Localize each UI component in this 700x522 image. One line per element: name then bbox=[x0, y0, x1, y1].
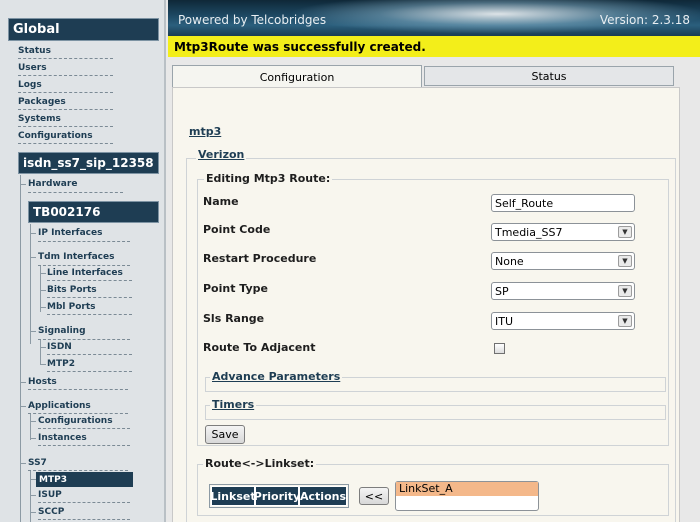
sidebar-item-configurations[interactable]: Configurations bbox=[18, 131, 93, 141]
sidebar-item-line-interfaces[interactable]: Line Interfaces bbox=[47, 268, 123, 278]
point-type-label: Point Type bbox=[203, 282, 269, 295]
chevron-down-icon: ▼ bbox=[618, 255, 632, 267]
restart-procedure-value: None bbox=[495, 254, 524, 268]
sidebar-item-app-configurations[interactable]: Configurations bbox=[38, 416, 113, 426]
sidebar-item-ip-interfaces[interactable]: IP Interfaces bbox=[38, 228, 102, 238]
linkset-col-priority: Priority bbox=[254, 486, 300, 506]
sidebar: Global Status Users Logs Packages System… bbox=[0, 0, 166, 522]
list-item[interactable]: LinkSet_A bbox=[396, 482, 538, 496]
sidebar-item-status[interactable]: Status bbox=[18, 46, 51, 56]
sidebar-item-mbl-ports[interactable]: Mbl Ports bbox=[47, 302, 96, 312]
sidebar-item-logs[interactable]: Logs bbox=[18, 80, 42, 90]
linkset-col-linkset: Linkset bbox=[210, 486, 256, 506]
sidebar-item-hosts[interactable]: Hosts bbox=[28, 377, 57, 387]
sidebar-item-signaling[interactable]: Signaling bbox=[38, 326, 86, 336]
route-to-adjacent-label: Route To Adjacent bbox=[203, 341, 316, 354]
sidebar-item-isdn[interactable]: ISDN bbox=[47, 342, 72, 352]
timers-link[interactable]: Timers bbox=[210, 398, 257, 411]
sidebar-item-tdm-interfaces[interactable]: Tdm Interfaces bbox=[38, 252, 114, 262]
point-code-select[interactable]: Tmedia_SS7 ▼ bbox=[491, 223, 635, 241]
sidebar-item-instances[interactable]: Instances bbox=[38, 433, 87, 443]
chevron-down-icon: ▼ bbox=[618, 285, 632, 297]
move-left-button[interactable]: << bbox=[359, 487, 389, 505]
route-to-adjacent-checkbox[interactable] bbox=[494, 343, 505, 354]
sidebar-global-title: Global bbox=[8, 18, 159, 41]
tab-status[interactable]: Status bbox=[424, 66, 674, 86]
success-banner: Mtp3Route was successfully created. bbox=[168, 36, 700, 57]
linkset-legend: Route<->Linkset: bbox=[203, 457, 317, 470]
breadcrumb-verizon[interactable]: Verizon bbox=[196, 148, 247, 161]
powered-by-text: Powered by Telcobridges bbox=[178, 13, 327, 27]
timers-fieldset bbox=[205, 405, 666, 420]
sidebar-item-mtp2[interactable]: MTP2 bbox=[47, 359, 75, 369]
sls-range-select[interactable]: ITU ▼ bbox=[491, 312, 635, 330]
advance-parameters-link[interactable]: Advance Parameters bbox=[210, 370, 343, 383]
chevron-down-icon: ▼ bbox=[618, 226, 632, 238]
edit-route-legend: Editing Mtp3 Route: bbox=[204, 172, 333, 185]
sidebar-item-mtp3[interactable]: MTP3 bbox=[36, 472, 133, 487]
chevron-down-icon: ▼ bbox=[618, 315, 632, 327]
version-text: Version: 2.3.18 bbox=[599, 13, 690, 27]
sidebar-item-ss7[interactable]: SS7 bbox=[28, 458, 47, 468]
sls-range-value: ITU bbox=[495, 314, 514, 328]
sidebar-item-hardware[interactable]: Hardware bbox=[28, 179, 77, 189]
app-header: Powered by Telcobridges Version: 2.3.18 bbox=[168, 0, 700, 36]
sidebar-unit-title[interactable]: TB002176 bbox=[28, 201, 159, 223]
point-code-label: Point Code bbox=[203, 223, 271, 236]
main-content: mtp3 Verizon Editing Mtp3 Route: Name Se… bbox=[172, 87, 680, 522]
point-code-value: Tmedia_SS7 bbox=[495, 225, 563, 239]
sidebar-item-users[interactable]: Users bbox=[18, 63, 47, 73]
linkset-col-actions: Actions bbox=[299, 486, 347, 506]
sls-range-label: Sls Range bbox=[203, 312, 265, 325]
name-input[interactable]: Self_Route bbox=[491, 194, 635, 212]
sidebar-item-packages[interactable]: Packages bbox=[18, 97, 66, 107]
name-label: Name bbox=[203, 195, 239, 208]
restart-procedure-select[interactable]: None ▼ bbox=[491, 252, 635, 270]
sidebar-config-title[interactable]: isdn_ss7_sip_12358 bbox=[18, 152, 159, 174]
sidebar-item-bits-ports[interactable]: Bits Ports bbox=[47, 285, 97, 295]
sidebar-item-systems[interactable]: Systems bbox=[18, 114, 61, 124]
sidebar-item-sccp[interactable]: SCCP bbox=[38, 507, 64, 517]
tab-configuration[interactable]: Configuration bbox=[172, 65, 422, 89]
point-type-select[interactable]: SP ▼ bbox=[491, 282, 635, 300]
breadcrumb-mtp3[interactable]: mtp3 bbox=[189, 125, 221, 138]
sidebar-item-applications[interactable]: Applications bbox=[28, 401, 91, 411]
restart-procedure-label: Restart Procedure bbox=[203, 252, 317, 265]
sidebar-item-isup[interactable]: ISUP bbox=[38, 490, 62, 500]
save-button[interactable]: Save bbox=[205, 425, 245, 444]
point-type-value: SP bbox=[495, 284, 509, 298]
